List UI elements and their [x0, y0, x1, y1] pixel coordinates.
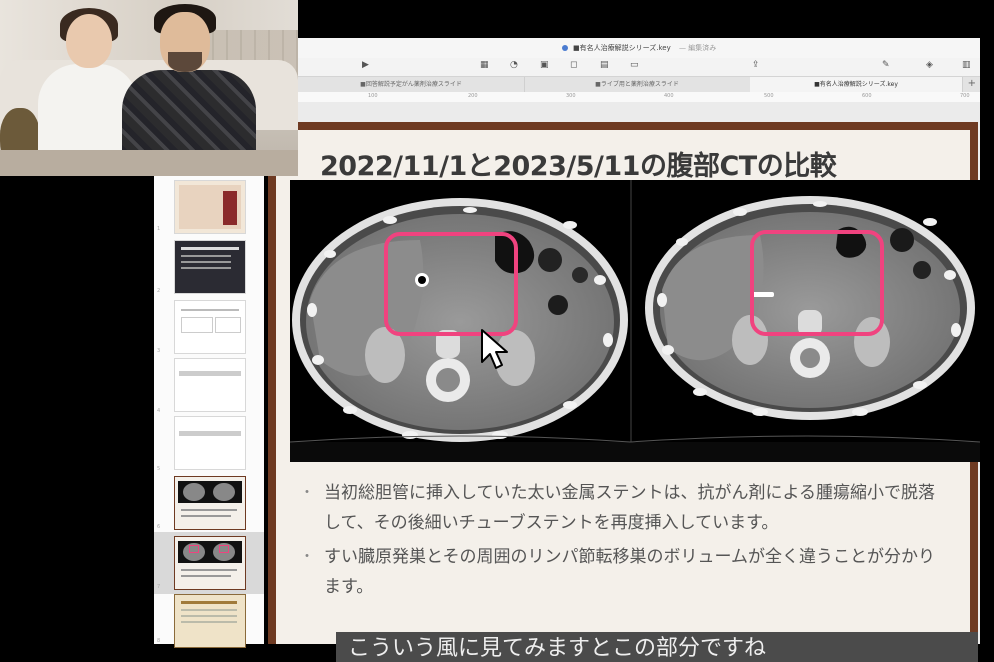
slide-thumbnail[interactable]: [174, 180, 246, 234]
ruler-mark: 600: [862, 93, 872, 99]
slide-thumbnail-selected[interactable]: [174, 536, 246, 590]
document-panel-icon[interactable]: ▥: [962, 60, 971, 70]
slide-thumbnail[interactable]: [174, 358, 246, 412]
ct-images-panel: [290, 180, 980, 462]
tab-3[interactable]: ■有名人治療解説シリーズ.key: [750, 77, 963, 93]
slide-number: 7: [157, 584, 161, 590]
animate-icon[interactable]: ◈: [926, 60, 933, 70]
toolbar: ▶ ▦ ◔ ▣ ◻ ▤ ▭ ⇪ ✎ ◈ ▥: [298, 58, 980, 76]
table-icon[interactable]: ▦: [480, 60, 489, 70]
slide-title: 2022/11/1と2023/5/11の腹部CTの比較: [320, 151, 837, 182]
caption-subtitle: こういう風に見てみますとこの部分ですね: [336, 632, 978, 662]
window-title: ■有名人治療解説シリーズ.key: [573, 44, 671, 52]
ruler-mark: 100: [368, 93, 378, 99]
webcam-table: [0, 150, 298, 176]
slide-number: 1: [157, 226, 161, 232]
webcam-overlay: [0, 0, 298, 176]
ruler-mark: 700: [960, 93, 970, 99]
comment-icon[interactable]: ▭: [630, 60, 639, 70]
window-titlebar: ■有名人治療解説シリーズ.key — 編集済み: [298, 38, 980, 58]
ruler-mark: 400: [664, 93, 674, 99]
format-icon[interactable]: ✎: [882, 60, 890, 70]
slide-number: 5: [157, 466, 161, 472]
share-icon[interactable]: ⇪: [752, 60, 760, 70]
bullet-item: すい臓原発巣とその周囲のリンパ節転移巣のボリュームが全く違うことが分かります。: [300, 542, 946, 602]
play-icon[interactable]: ▶: [362, 60, 369, 70]
ct-scan-2022: [292, 198, 628, 442]
presenter-2-beard: [168, 52, 202, 72]
new-tab-button[interactable]: +: [968, 78, 976, 89]
ct-scans: [290, 180, 980, 462]
ruler-mark: 200: [468, 93, 478, 99]
slide-thumbnail[interactable]: [174, 594, 246, 648]
text-icon[interactable]: ▣: [540, 60, 549, 70]
bullet-item: 当初総胆管に挿入していた太い金属ステントは、抗がん剤による腫瘍縮小で脱落して、そ…: [300, 478, 946, 538]
window-status: — 編集済み: [678, 44, 717, 52]
slide-number: 6: [157, 524, 161, 530]
slide-thumbnail[interactable]: [174, 476, 246, 530]
slide-number: 4: [157, 408, 161, 414]
slide-thumbnail[interactable]: [174, 416, 246, 470]
slide-number: 3: [157, 348, 161, 354]
slide-navigator: 1 2 3 4 5 6 7 8: [154, 176, 264, 648]
presenter-1-face: [66, 14, 112, 68]
chart-icon[interactable]: ◔: [510, 60, 518, 70]
document-icon: [561, 45, 568, 51]
slide-content: 2022/11/1と2023/5/11の腹部CTの比較 ・ 当初総胆管に挿入して…: [276, 130, 980, 662]
slide-thumbnail[interactable]: [174, 240, 246, 294]
tab-2[interactable]: ■ライブ用と薬剤治療スライド: [524, 77, 751, 93]
tab-1[interactable]: ■回答解説予定がん薬剤治療スライド: [298, 77, 525, 93]
slide-thumbnail[interactable]: [174, 300, 246, 354]
current-slide[interactable]: 2022/11/1と2023/5/11の腹部CTの比較 ・ 当初総胆管に挿入して…: [268, 122, 980, 662]
slide-number: 8: [157, 638, 161, 644]
media-icon[interactable]: ▤: [600, 60, 609, 70]
shape-icon[interactable]: ◻: [570, 60, 577, 70]
bullet-list: 当初総胆管に挿入していた太い金属ステントは、抗がん剤による腫瘍縮小で脱落して、そ…: [300, 478, 946, 606]
ct-scan-2023: [645, 196, 975, 420]
mouse-cursor-icon: [481, 329, 508, 369]
ruler-mark: 300: [566, 93, 576, 99]
slide-number: 2: [157, 288, 161, 294]
ruler-mark: 500: [764, 93, 774, 99]
